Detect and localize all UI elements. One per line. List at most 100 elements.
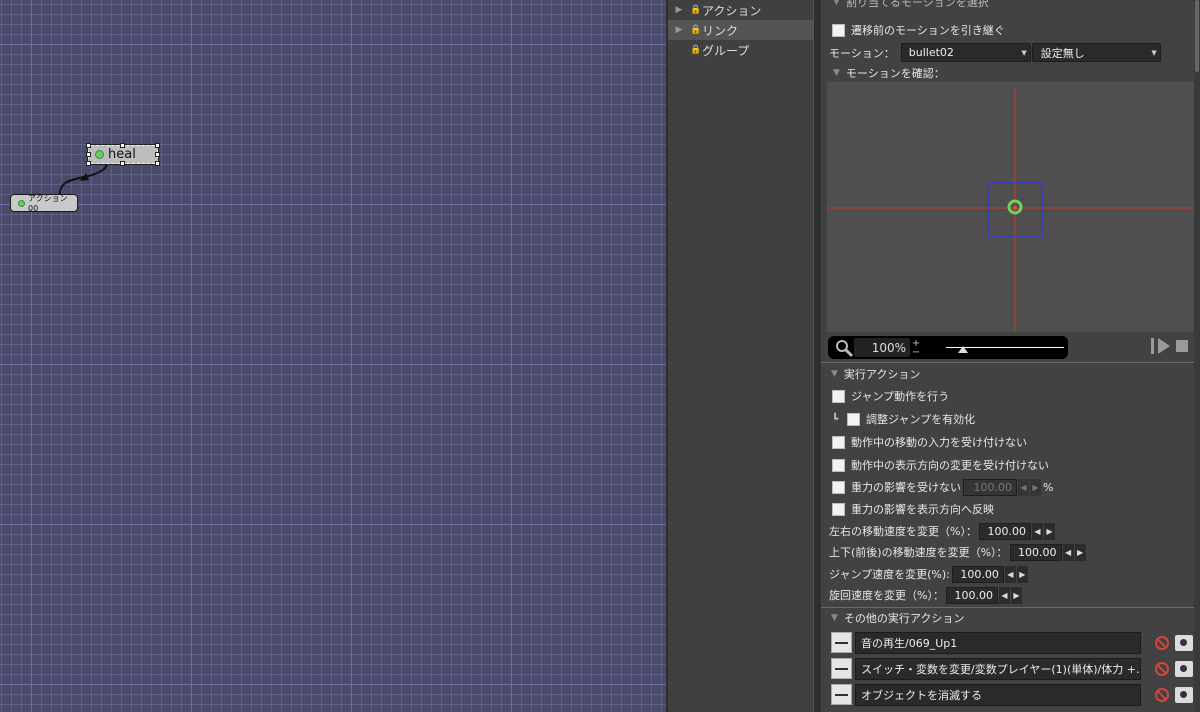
camera-icon[interactable]	[1175, 660, 1193, 677]
resize-handle[interactable]	[120, 161, 125, 166]
disable-icon[interactable]	[1155, 687, 1169, 702]
resize-handle[interactable]	[155, 161, 160, 166]
dropdown-arrow-icon: ▼	[1151, 48, 1157, 57]
tree-item-action[interactable]: ▶ 🔒 アクション	[668, 0, 813, 20]
resize-handle[interactable]	[86, 152, 91, 157]
remove-action-button[interactable]	[831, 658, 852, 679]
speed-label: 旋回速度を変更（%）：	[829, 589, 944, 602]
collapse-triangle-icon: ▼	[833, 0, 840, 7]
motion-label: モーション：	[829, 46, 895, 60]
speed-value-input[interactable]: 100.00	[978, 522, 1031, 540]
adjust-jump-checkbox[interactable]	[847, 412, 861, 426]
magnifier-icon[interactable]	[834, 338, 854, 358]
zoom-out-button[interactable]: −	[911, 347, 921, 357]
play-button[interactable]	[1151, 338, 1170, 354]
speed-value-input[interactable]: 100.00	[951, 565, 1004, 583]
disable-icon[interactable]	[1155, 661, 1169, 676]
resize-handle[interactable]	[155, 152, 160, 157]
speed-spinner[interactable]: ◀ ▶	[1003, 565, 1028, 583]
confirm-motion-header[interactable]: ▼ モーションを確認：	[833, 66, 945, 80]
jump-checkbox[interactable]	[832, 389, 845, 403]
gravity-direction-row: 重力の影響を表示方向へ反映	[832, 501, 994, 517]
speed-row-horizontal: 左右の移動速度を変更（%）： 100.00 ◀ ▶	[829, 522, 1055, 540]
remove-action-button[interactable]	[831, 684, 852, 705]
panel-splitter[interactable]	[813, 0, 821, 712]
inherit-motion-row: 遷移前のモーションを引き継ぐ	[832, 22, 1005, 38]
gravity-unit: %	[1043, 480, 1054, 494]
gravity-direction-checkbox[interactable]	[832, 502, 845, 516]
remove-action-button[interactable]	[831, 632, 852, 653]
lock-icon: 🔒	[690, 5, 702, 15]
increment-icon[interactable]: ▶	[1073, 543, 1086, 561]
tree-item-label: アクション	[702, 3, 762, 18]
play-bar-icon	[1151, 338, 1154, 354]
decrement-icon[interactable]: ◀	[1030, 522, 1043, 540]
action-graph-canvas[interactable]: heal アクション00	[0, 0, 666, 712]
speed-spinner[interactable]: ◀ ▶	[997, 586, 1022, 604]
resize-handle[interactable]	[86, 161, 91, 166]
camera-icon[interactable]	[1175, 634, 1193, 651]
stop-button[interactable]	[1176, 340, 1188, 352]
motion-row: モーション： bullet02 ▼ 設定無し ▼	[829, 42, 1161, 63]
section-select-motion[interactable]: ▼ 割り当てるモーションを選択	[833, 0, 989, 9]
no-gravity-label: 重力の影響を受けない	[851, 481, 961, 494]
increment-icon[interactable]: ▶	[1015, 565, 1028, 583]
tree-item-link[interactable]: ▶ 🔒 リンク	[668, 20, 813, 40]
speed-value-input[interactable]: 100.00	[945, 586, 998, 604]
exec-action-header[interactable]: ▼ 実行アクション	[831, 367, 920, 381]
scrollbar-thumb[interactable]	[1195, 0, 1199, 72]
other-action-label: その他の実行アクション	[843, 612, 965, 625]
adjust-jump-row: ┗ 調整ジャンプを有効化	[832, 411, 975, 427]
disable-icon[interactable]	[1155, 635, 1169, 650]
jump-label: ジャンプ動作を行う	[851, 390, 950, 403]
resize-handle[interactable]	[86, 143, 91, 148]
other-action-header[interactable]: ▼ その他の実行アクション	[831, 611, 964, 625]
tree-item-group[interactable]: 🔒 グループ	[668, 40, 813, 60]
no-direction-change-label: 動作中の表示方向の変更を受け付けない	[851, 459, 1049, 472]
zoom-slider-thumb[interactable]	[958, 346, 968, 353]
inherit-motion-checkbox[interactable]	[832, 23, 845, 37]
zoom-toolbar: 100% + −	[828, 336, 1068, 359]
expand-arrow-icon[interactable]: ▶	[668, 25, 690, 35]
zoom-value-field[interactable]: 100%	[854, 338, 910, 357]
no-direction-change-checkbox[interactable]	[832, 458, 845, 472]
node-action00[interactable]: アクション00	[10, 194, 78, 213]
gravity-value-input[interactable]: 100.00	[963, 478, 1017, 496]
properties-scrollbar[interactable]	[1194, 0, 1200, 712]
motion-select[interactable]: bullet02 ▼	[900, 43, 1031, 62]
other-action-field[interactable]: 音の再生/069_Up1	[855, 631, 1141, 654]
motion-preview-viewport[interactable]	[827, 82, 1197, 332]
other-action-field[interactable]: オブジェクトを消滅する	[855, 683, 1141, 706]
section-label: 割り当てるモーションを選択	[845, 0, 989, 9]
decrement-icon[interactable]: ◀	[997, 586, 1010, 604]
expand-arrow-icon[interactable]: ▶	[668, 5, 690, 15]
resize-handle[interactable]	[120, 143, 125, 148]
speed-value-input[interactable]: 100.00	[1009, 543, 1062, 561]
speed-spinner[interactable]: ◀ ▶	[1030, 522, 1055, 540]
decrement-icon[interactable]: ◀	[1017, 478, 1029, 496]
camera-icon[interactable]	[1175, 686, 1193, 703]
jump-row: ジャンプ動作を行う	[832, 388, 949, 404]
increment-icon[interactable]: ▶	[1009, 586, 1022, 604]
gravity-spinner[interactable]: ◀ ▶	[1017, 478, 1041, 496]
increment-icon[interactable]: ▶	[1029, 478, 1041, 496]
other-action-item: スイッチ・変数を変更/変数プレイヤー(1)(単体)/体力 +…	[831, 657, 1193, 680]
other-action-item: 音の再生/069_Up1	[831, 631, 1193, 654]
other-action-item: オブジェクトを消滅する	[831, 683, 1193, 706]
preview-canvas	[827, 88, 1197, 332]
decrement-icon[interactable]: ◀	[1061, 543, 1074, 561]
bullet-origin-point	[1013, 206, 1017, 210]
confirm-motion-label: モーションを確認：	[845, 67, 945, 80]
speed-spinner[interactable]: ◀ ▶	[1061, 543, 1086, 561]
increment-icon[interactable]: ▶	[1042, 522, 1055, 540]
resize-handle[interactable]	[155, 143, 160, 148]
indent-marker: ┗	[832, 413, 839, 425]
playback-controls	[1151, 338, 1188, 354]
action-node-icon	[18, 199, 25, 207]
inherit-motion-label: 遷移前のモーションを引き継ぐ	[851, 24, 1005, 37]
decrement-icon[interactable]: ◀	[1003, 565, 1016, 583]
no-gravity-checkbox[interactable]	[832, 480, 845, 494]
no-move-input-checkbox[interactable]	[832, 435, 845, 449]
motion-setting-select[interactable]: 設定無し ▼	[1031, 43, 1161, 62]
other-action-field[interactable]: スイッチ・変数を変更/変数プレイヤー(1)(単体)/体力 +…	[855, 657, 1141, 680]
